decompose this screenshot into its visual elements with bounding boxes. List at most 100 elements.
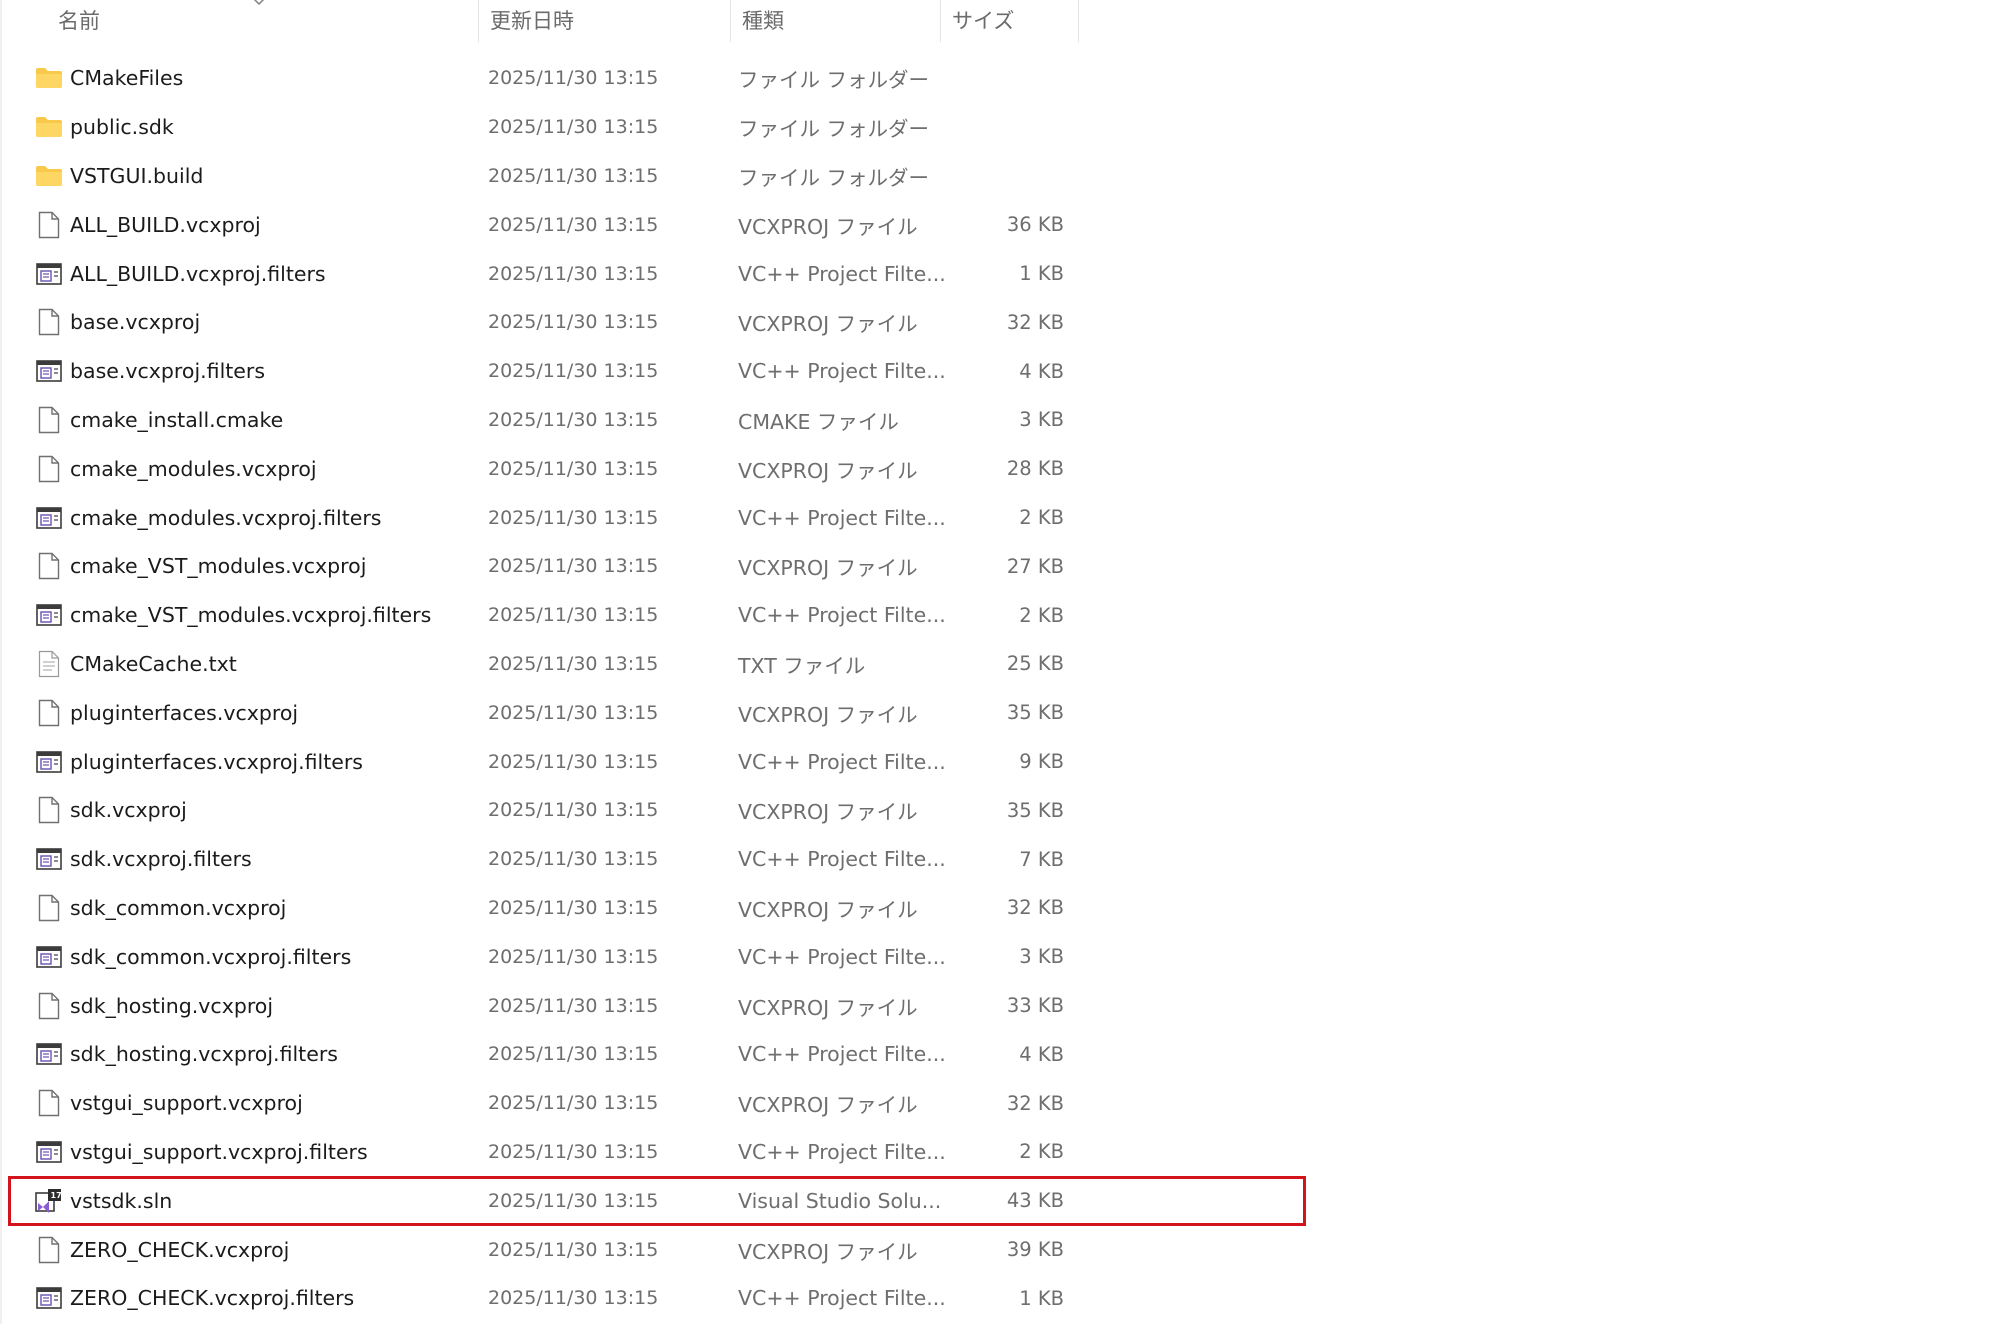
file-row[interactable]: ALL_BUILD.vcxproj.filters 2025/11/30 13:1… [0,249,1100,298]
file-size: 32 KB [1006,310,1064,334]
file-modified-date: 2025/11/30 13:15 [488,555,659,578]
file-row[interactable]: cmake_modules.vcxproj.filters 2025/11/30 … [0,493,1100,542]
file-row[interactable]: sdk_hosting.vcxproj.filters 2025/11/30 13… [0,1030,1100,1079]
file-name: cmake_modules.vcxproj [70,456,317,481]
file-name: sdk_common.vcxproj [70,895,287,920]
file-size: 36 KB [1006,213,1064,237]
file-row[interactable]: ZERO_CHECK.vcxproj 2025/11/30 13:15 VCXPRO… [0,1225,1100,1274]
blank-file-icon [34,981,64,1030]
file-row[interactable]: pluginterfaces.vcxproj 2025/11/30 13:15 VC… [0,688,1100,737]
file-name: pluginterfaces.vcxproj [70,700,299,725]
file-name: sdk_hosting.vcxproj [70,993,274,1018]
file-row[interactable]: sdk_common.vcxproj.filters 2025/11/30 13:… [0,932,1100,981]
column-divider[interactable] [1078,0,1079,42]
file-type: VC++ Project Filte... [738,505,946,530]
file-modified-date: 2025/11/30 13:15 [488,896,659,919]
file-row[interactable]: CMakeCache.txt 2025/11/30 13:15 TXT ファイル 25… [0,640,1100,689]
file-modified-date: 2025/11/30 13:15 [488,652,659,675]
column-divider[interactable] [940,0,941,42]
filters-file-icon [34,347,64,396]
column-header-type[interactable]: 種類 [742,0,784,40]
file-name: public.sdk [70,115,174,140]
file-row[interactable]: cmake_install.cmake 2025/11/30 13:15 CMAKE… [0,396,1100,445]
file-name: ALL_BUILD.vcxproj.filters [70,261,326,286]
file-type: ファイル フォルダー [738,117,930,142]
svg-text:17: 17 [51,1191,62,1200]
filters-file-icon [34,835,64,884]
file-name: sdk_hosting.vcxproj.filters [70,1042,338,1067]
sort-ascending-icon[interactable] [252,0,266,8]
file-type: VCXPROJ ファイル [738,995,918,1020]
file-size: 43 KB [1006,1189,1064,1213]
file-row[interactable]: sdk_common.vcxproj 2025/11/30 13:15 VCXPRO… [0,884,1100,933]
column-header-modified[interactable]: 更新日時 [490,0,574,40]
file-list: CMakeFiles 2025/11/30 13:15 ファイル フォルダー pub… [0,54,1306,1323]
filters-file-icon [34,737,64,786]
file-type: VCXPROJ ファイル [738,1239,918,1264]
file-modified-date: 2025/11/30 13:15 [488,848,659,871]
blank-file-icon [34,200,64,249]
blank-file-icon [34,542,64,591]
file-name: vstgui_support.vcxproj [70,1091,303,1116]
file-name: vstsdk.sln [70,1188,173,1213]
column-header-name[interactable]: 名前 [58,0,100,40]
file-size: 1 KB [1019,1286,1064,1310]
file-row[interactable]: ALL_BUILD.vcxproj 2025/11/30 13:15 VCXPROJ… [0,200,1100,249]
file-modified-date: 2025/11/30 13:15 [488,604,659,627]
file-modified-date: 2025/11/30 13:15 [488,213,659,236]
column-header-size[interactable]: サイズ [952,0,1014,40]
file-row[interactable]: cmake_modules.vcxproj 2025/11/30 13:15 VCX… [0,444,1100,493]
file-name: sdk.vcxproj.filters [70,847,252,872]
file-size: 25 KB [1006,652,1064,676]
visual-studio-solution-icon: 17 [34,1176,64,1225]
file-name: VSTGUI.build [70,163,204,188]
folder-icon [34,54,64,103]
file-row[interactable]: cmake_VST_modules.vcxproj.filters 2025/11… [0,591,1100,640]
column-divider[interactable] [730,0,731,42]
file-size: 1 KB [1019,262,1064,286]
file-type: VC++ Project Filte... [738,1139,946,1164]
file-row[interactable]: ZERO_CHECK.vcxproj.filters 2025/11/30 13:… [0,1274,1100,1323]
file-row[interactable]: public.sdk 2025/11/30 13:15 ファイル フォルダー [0,103,1100,152]
file-size: 27 KB [1006,554,1064,578]
file-size: 4 KB [1019,1042,1064,1066]
file-size: 2 KB [1019,506,1064,530]
blank-file-icon [34,884,64,933]
file-type: VCXPROJ ファイル [738,800,918,825]
file-type: CMAKE ファイル [738,409,899,434]
text-file-icon [34,640,64,689]
file-name: vstgui_support.vcxproj.filters [70,1139,368,1164]
column-divider[interactable] [478,0,479,42]
file-row[interactable]: VSTGUI.build 2025/11/30 13:15 ファイル フォルダー [0,152,1100,201]
file-row[interactable]: vstgui_support.vcxproj.filters 2025/11/30… [0,1128,1100,1177]
file-row[interactable]: base.vcxproj 2025/11/30 13:15 VCXPROJ ファイル… [0,298,1100,347]
file-type: VC++ Project Filte... [738,1042,946,1067]
file-row[interactable]: base.vcxproj.filters 2025/11/30 13:15 VC++… [0,347,1100,396]
file-type: VC++ Project Filte... [738,603,946,628]
file-name: ZERO_CHECK.vcxproj.filters [70,1286,355,1311]
file-size [960,152,1064,201]
file-type: VCXPROJ ファイル [738,556,918,581]
file-row[interactable]: 17 vstsdk.sln 2025/11/30 13:15 Visual Stud… [0,1176,1306,1227]
file-row[interactable]: sdk_hosting.vcxproj 2025/11/30 13:15 VCXPR… [0,981,1100,1030]
file-modified-date: 2025/11/30 13:15 [488,67,659,90]
file-row[interactable]: sdk.vcxproj 2025/11/30 13:15 VCXPROJ ファイル 3… [0,786,1100,835]
file-row[interactable]: cmake_VST_modules.vcxproj 2025/11/30 13:1… [0,542,1100,591]
file-name: cmake_VST_modules.vcxproj.filters [70,603,432,628]
file-size: 4 KB [1019,359,1064,383]
file-size: 9 KB [1019,750,1064,774]
file-modified-date: 2025/11/30 13:15 [488,360,659,383]
file-name: base.vcxproj [70,310,201,335]
file-type: ファイル フォルダー [738,165,930,190]
file-modified-date: 2025/11/30 13:15 [488,116,659,139]
file-modified-date: 2025/11/30 13:15 [488,750,659,773]
blank-file-icon [34,1079,64,1128]
file-modified-date: 2025/11/30 13:15 [488,408,659,431]
file-row[interactable]: CMakeFiles 2025/11/30 13:15 ファイル フォルダー [0,54,1100,103]
file-row[interactable]: pluginterfaces.vcxproj.filters 2025/11/30… [0,737,1100,786]
file-row[interactable]: sdk.vcxproj.filters 2025/11/30 13:15 VC++ … [0,835,1100,884]
file-modified-date: 2025/11/30 13:15 [488,994,659,1017]
file-size: 7 KB [1019,847,1064,871]
blank-file-icon [34,396,64,445]
file-row[interactable]: vstgui_support.vcxproj 2025/11/30 13:15 VC… [0,1079,1100,1128]
